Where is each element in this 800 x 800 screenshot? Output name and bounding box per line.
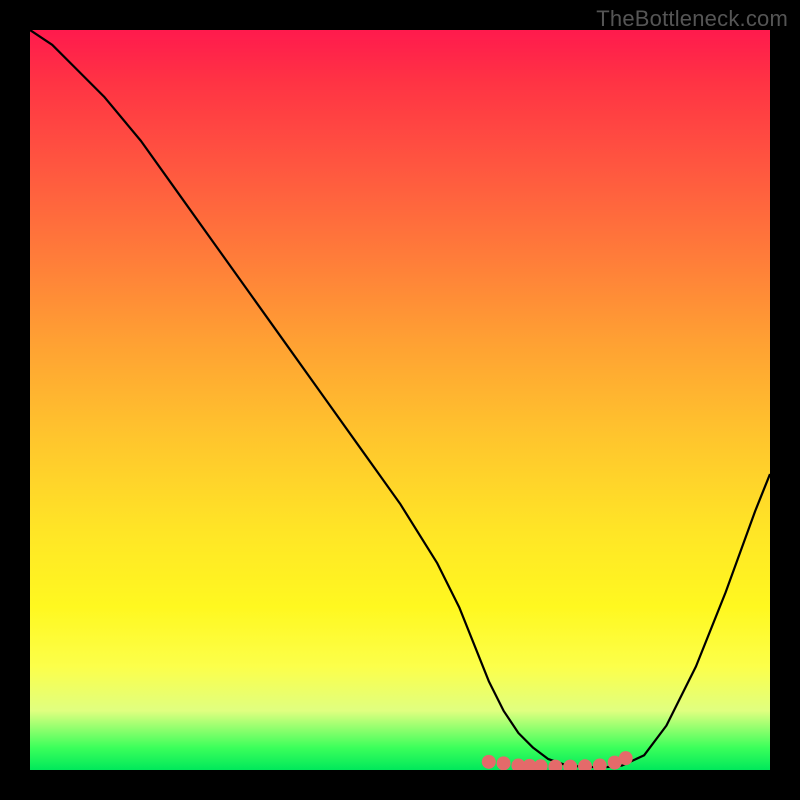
optimal-marker: [548, 760, 562, 770]
chart-container: TheBottleneck.com: [0, 0, 800, 800]
optimal-marker: [619, 751, 633, 765]
watermark-text: TheBottleneck.com: [596, 6, 788, 32]
optimal-marker: [593, 759, 607, 770]
curve-svg: [30, 30, 770, 770]
optimal-marker: [534, 759, 548, 770]
optimal-marker: [482, 755, 496, 769]
optimal-marker: [578, 759, 592, 770]
plot-area: [30, 30, 770, 770]
optimal-marker: [563, 760, 577, 770]
optimal-range-markers: [482, 751, 633, 770]
bottleneck-curve: [30, 30, 770, 767]
optimal-marker: [497, 756, 511, 770]
